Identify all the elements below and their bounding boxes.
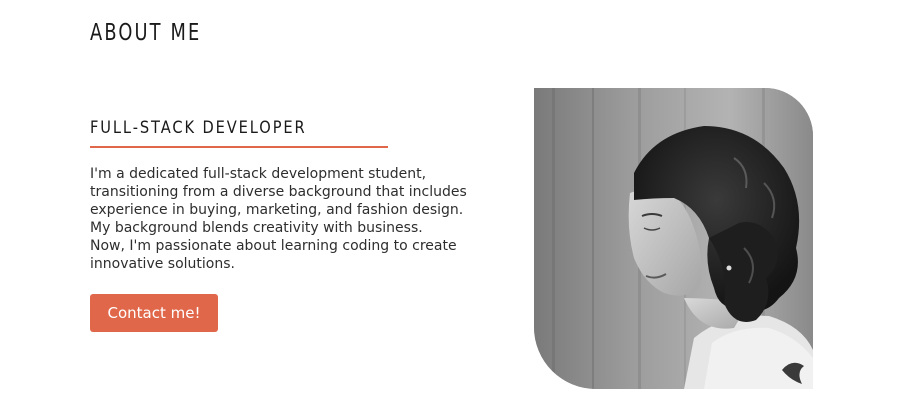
bio-line: experience in buying, marketing, and fas… bbox=[90, 202, 464, 218]
role-title: FULL-STACK DEVELOPER bbox=[90, 118, 307, 138]
bio-text: I'm a dedicated full-stack development s… bbox=[90, 165, 530, 273]
bio-line: I'm a dedicated full-stack development s… bbox=[90, 166, 427, 182]
profile-photo bbox=[534, 88, 813, 389]
bio-line: innovative solutions. bbox=[90, 256, 235, 272]
section-title: ABOUT ME bbox=[90, 20, 202, 46]
role-underline bbox=[90, 146, 388, 148]
about-content: FULL-STACK DEVELOPER I'm a dedicated ful… bbox=[90, 118, 530, 332]
bio-line: Now, I'm passionate about learning codin… bbox=[90, 238, 457, 254]
contact-button[interactable]: Contact me! bbox=[90, 294, 218, 332]
bio-line: My background blends creativity with bus… bbox=[90, 220, 423, 236]
bio-line: transitioning from a diverse background … bbox=[90, 184, 467, 200]
profile-photo-image bbox=[534, 88, 813, 389]
